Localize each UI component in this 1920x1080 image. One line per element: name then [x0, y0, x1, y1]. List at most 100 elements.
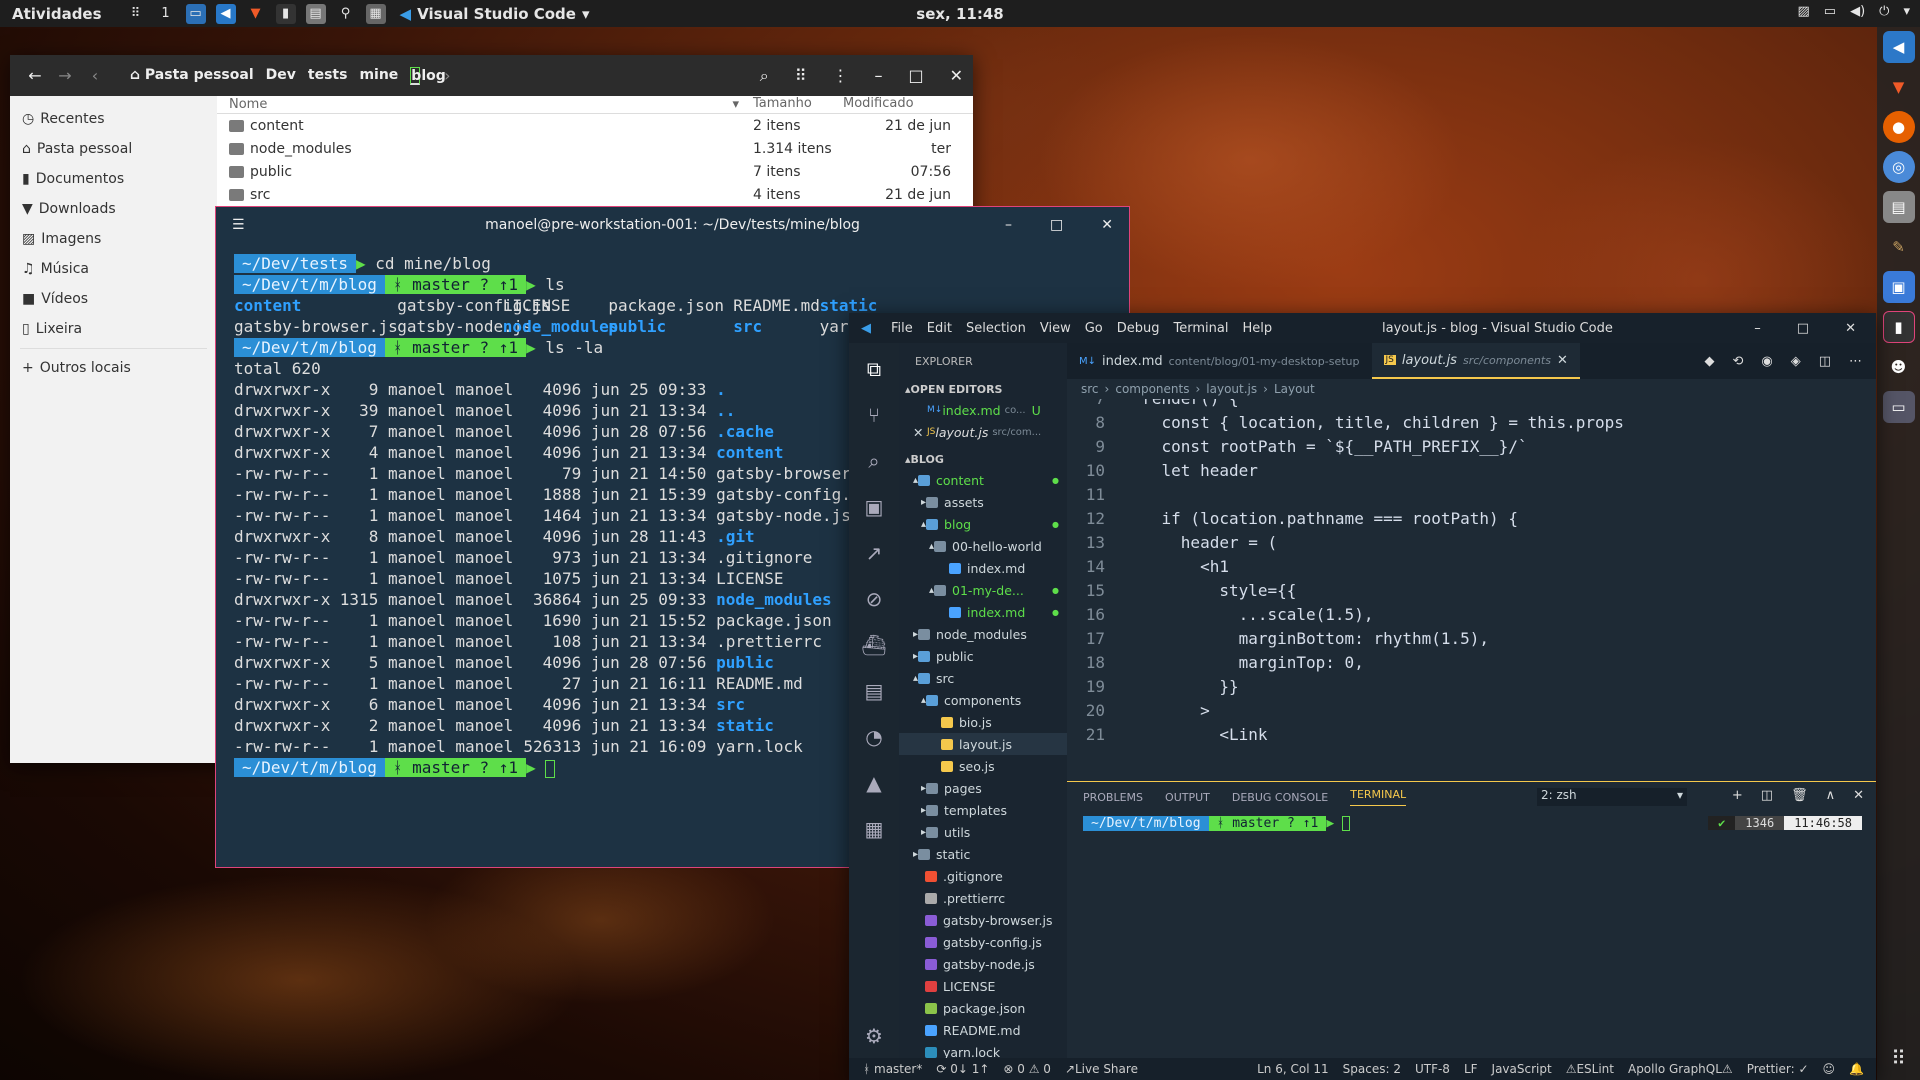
status-sync[interactable]: ⟳ 0↓ 1↑ — [936, 1062, 989, 1076]
maximize-icon[interactable]: □ — [1797, 321, 1809, 336]
breadcrumb-home[interactable]: ⌂ Pasta pessoal — [130, 67, 254, 85]
chevron-left-icon[interactable]: ‹ — [80, 66, 110, 85]
vscode-icon[interactable]: ◀ — [1882, 31, 1915, 63]
sidebar-item[interactable]: ■ Vídeos — [10, 284, 217, 314]
minimize-icon[interactable]: – — [1754, 321, 1761, 336]
tree-item[interactable]: .gitignore — [899, 865, 1067, 887]
sidebar-item[interactable]: ▼ Downloads — [10, 194, 217, 224]
breadcrumb-components[interactable]: components — [1115, 382, 1189, 396]
status-position[interactable]: Ln 6, Col 11 — [1257, 1062, 1329, 1076]
tray-app-icon[interactable]: ⚲ — [336, 4, 356, 24]
trash-icon[interactable]: 🗑 — [1791, 788, 1808, 803]
chevron-right-icon[interactable]: › — [432, 66, 462, 85]
chevron-down-icon[interactable]: ▾ — [1903, 4, 1910, 19]
close-icon[interactable]: ✕ — [1557, 353, 1568, 368]
tree-item[interactable]: gatsby-browser.js — [899, 909, 1067, 931]
file-row[interactable]: node_modules 1.314 itens ter — [217, 137, 973, 160]
minimize-icon[interactable]: – — [874, 66, 882, 86]
sidebar-item[interactable]: ⌂ Pasta pessoal — [10, 134, 217, 164]
file-row[interactable]: src 4 itens 21 de jun — [217, 183, 973, 206]
code-editor[interactable]: 7 render() {8 const { location, title, c… — [1067, 399, 1876, 747]
explorer-icon[interactable]: ⧉ — [867, 357, 881, 381]
breadcrumb-layout[interactable]: Layout — [1274, 382, 1315, 396]
app-menu[interactable]: ◀ Visual Studio Code ▾ — [400, 5, 590, 23]
tree-item[interactable]: ▸ templates — [899, 799, 1067, 821]
file-row[interactable]: content 2 itens 21 de jun — [217, 114, 973, 137]
tree-item[interactable]: gatsby-config.js — [899, 931, 1067, 953]
column-name[interactable]: Nome ▾ — [217, 96, 747, 113]
tree-item[interactable]: seo.js — [899, 755, 1067, 777]
open-editor-item[interactable]: M↓ index.md co... U — [899, 399, 1067, 421]
tree-item[interactable]: ▴ 01-my-de... ● — [899, 579, 1067, 601]
close-icon[interactable]: ✕ — [913, 425, 927, 440]
tree-item[interactable]: ▴ content ● — [899, 469, 1067, 491]
tree-item[interactable]: bio.js — [899, 711, 1067, 733]
tab-layout-js[interactable]: JS layout.js src/components ✕ — [1371, 343, 1580, 379]
status-problems[interactable]: ⊗ 0 ⚠ 0 — [1003, 1062, 1051, 1076]
tree-item[interactable]: gatsby-node.js — [899, 953, 1067, 975]
tree-item[interactable]: ▸ assets — [899, 491, 1067, 513]
menu-item[interactable]: Terminal — [1174, 321, 1229, 336]
tree-item[interactable]: ▴ components — [899, 689, 1067, 711]
project-header[interactable]: ▴ BLOG — [899, 449, 1067, 469]
close-icon[interactable]: ✕ — [950, 66, 963, 86]
docker-icon[interactable]: ⛴ — [861, 633, 886, 657]
window-icon[interactable]: ▭ — [1882, 391, 1915, 423]
column-modified[interactable]: Modificado — [837, 96, 957, 113]
split-editor-icon[interactable]: ◫ — [1819, 354, 1831, 369]
menu-item[interactable]: View — [1040, 321, 1071, 336]
git-commit-icon[interactable]: ◈ — [1791, 354, 1801, 369]
workspace-indicator[interactable]: 1 — [156, 4, 176, 24]
tree-item[interactable]: ▴ blog ● — [899, 513, 1067, 535]
minimize-icon[interactable]: – — [1005, 217, 1012, 233]
status-apollo[interactable]: Apollo GraphQL⚠ — [1628, 1062, 1733, 1076]
gimp-icon[interactable]: ✎ — [1883, 231, 1915, 263]
status-live-share[interactable]: ↗Live Share — [1065, 1062, 1138, 1076]
sidebar-item[interactable]: + Outros locais — [10, 353, 217, 383]
panel-tab[interactable]: TERMINAL — [1350, 788, 1407, 806]
tree-item[interactable]: README.md — [899, 1019, 1067, 1041]
maximize-icon[interactable]: □ — [1050, 217, 1063, 233]
tree-item[interactable]: .prettierrc — [899, 887, 1067, 909]
tree-item[interactable]: LICENSE — [899, 975, 1067, 997]
breadcrumb-src[interactable]: src — [1081, 382, 1099, 396]
menu-icon[interactable]: ⋮ — [832, 66, 848, 86]
menu-item[interactable]: Debug — [1117, 321, 1160, 336]
cat-icon[interactable]: ☻ — [1883, 351, 1915, 383]
chevron-up-icon[interactable]: ∧ — [1826, 788, 1836, 803]
close-icon[interactable]: ✕ — [1101, 217, 1113, 233]
status-branch[interactable]: ᚼ master* — [863, 1062, 922, 1076]
apps-grid-icon[interactable]: ⠿ — [126, 4, 146, 24]
tree-item[interactable]: index.md ● — [899, 601, 1067, 623]
file-row[interactable]: public 7 itens 07:56 — [217, 160, 973, 183]
source-control-icon[interactable]: ⑂ — [868, 403, 880, 427]
brave-icon[interactable]: ▼ — [1883, 71, 1915, 103]
terminal-select[interactable]: 2: zsh ▾ — [1537, 788, 1687, 806]
gitlens-icon[interactable]: ◔ — [865, 725, 882, 749]
menu-item[interactable]: File — [891, 321, 913, 336]
status-prettier[interactable]: Prettier: ✓ — [1747, 1062, 1809, 1076]
settings-gear-icon[interactable]: ⚙ — [865, 1024, 883, 1048]
menu-item[interactable]: Help — [1242, 321, 1272, 336]
sidebar-item[interactable]: ◷ Recentes — [10, 104, 217, 134]
panel-tab[interactable]: OUTPUT — [1165, 791, 1210, 804]
breadcrumb-blog[interactable]: blog — [410, 66, 446, 85]
store-icon[interactable]: ▣ — [1882, 271, 1915, 303]
tree-item[interactable]: package.json — [899, 997, 1067, 1019]
azure-icon[interactable]: ▲ — [866, 771, 881, 795]
breadcrumb-dev[interactable]: Dev — [266, 67, 296, 85]
tree-item[interactable]: layout.js — [899, 733, 1067, 755]
forward-icon[interactable]: → — [50, 66, 80, 85]
close-icon[interactable]: ✕ — [1845, 321, 1856, 336]
window-icon[interactable]: ▭ — [185, 3, 206, 24]
power-icon[interactable]: ⏻ — [1879, 4, 1889, 19]
status-language[interactable]: JavaScript — [1492, 1062, 1552, 1076]
search-icon[interactable]: ⌕ — [760, 66, 769, 86]
activities-button[interactable]: Atividades — [12, 5, 102, 23]
screenshot-icon[interactable]: ▦ — [365, 3, 386, 24]
breadcrumb-layout-js[interactable]: layout.js — [1206, 382, 1257, 396]
bell-icon[interactable]: 🔔 — [1849, 1062, 1864, 1076]
window-icon[interactable]: ▭ — [1824, 4, 1836, 19]
volume-icon[interactable]: ◀) — [1850, 4, 1865, 19]
sidebar-item[interactable]: ▯ Lixeira — [10, 314, 217, 344]
